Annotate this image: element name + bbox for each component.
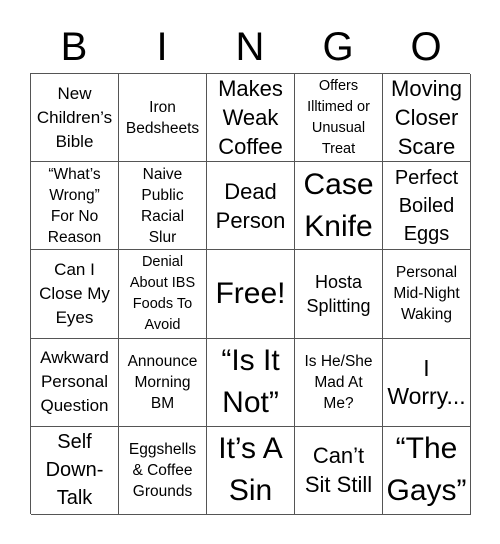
cell-text: Iron Bedsheets bbox=[125, 98, 200, 137]
cell-text: Hosta Splitting bbox=[306, 271, 371, 316]
header-letter-n: N bbox=[235, 25, 265, 69]
bingo-cell-r4c3[interactable]: “Is It Not” bbox=[207, 338, 295, 427]
bingo-cell-r1c4[interactable]: Offers Illtimed or Unusual Treat bbox=[295, 74, 383, 163]
cell-text: Offers Illtimed or Unusual Treat bbox=[307, 77, 370, 157]
bingo-card-grid: New Children’s Bible Iron Bedsheets Make… bbox=[30, 73, 471, 515]
bingo-cell-r3c1[interactable]: Can I Close My Eyes bbox=[31, 250, 119, 339]
bingo-cell-r5c4[interactable]: Can’t Sit Still bbox=[295, 426, 383, 515]
bingo-cell-r5c1[interactable]: Self Down- Talk bbox=[31, 426, 119, 515]
bingo-cell-r4c4[interactable]: Is He/She Mad At Me? bbox=[295, 338, 383, 427]
cell-text: Dead Person bbox=[215, 178, 286, 233]
header-letter-i: I bbox=[156, 25, 168, 69]
bingo-cell-r4c1[interactable]: Awkward Personal Question bbox=[31, 338, 119, 427]
cell-text: New Children’s Bible bbox=[36, 83, 113, 151]
bingo-cell-r2c5[interactable]: Perfect Boiled Eggs bbox=[383, 162, 471, 251]
header-letter-o: O bbox=[410, 25, 442, 69]
bingo-cell-r5c3[interactable]: It’s A Sin bbox=[207, 426, 295, 515]
free-space-text: Free! bbox=[215, 276, 286, 310]
cell-text: Perfect Boiled Eggs bbox=[394, 166, 459, 245]
cell-text: Makes Weak Coffee bbox=[218, 76, 283, 160]
cell-text: Can I Close My Eyes bbox=[39, 259, 110, 327]
cell-text: Case Knife bbox=[303, 167, 374, 243]
bingo-cell-r5c5[interactable]: “The Gays” bbox=[383, 426, 471, 515]
cell-text: “The Gays” bbox=[386, 432, 467, 508]
bingo-cell-r2c3[interactable]: Dead Person bbox=[207, 162, 295, 251]
bingo-cell-r5c2[interactable]: Eggshells & Coffee Grounds bbox=[119, 426, 207, 515]
cell-text: Naive Public Racial Slur bbox=[140, 165, 185, 246]
bingo-cell-r1c1[interactable]: New Children’s Bible bbox=[31, 74, 119, 163]
cell-text: Can’t Sit Still bbox=[304, 443, 373, 498]
bingo-header: B I N G O bbox=[30, 22, 470, 72]
cell-text: I Worry... bbox=[387, 355, 466, 410]
header-letter-b: B bbox=[60, 25, 88, 69]
cell-text: It’s A Sin bbox=[218, 432, 283, 508]
cell-text: Announce Morning BM bbox=[127, 352, 198, 412]
header-letter-g: G bbox=[322, 25, 354, 69]
cell-text: Denial About IBS Foods To Avoid bbox=[129, 253, 196, 333]
bingo-cell-r3c2[interactable]: Denial About IBS Foods To Avoid bbox=[119, 250, 207, 339]
bingo-cell-r1c3[interactable]: Makes Weak Coffee bbox=[207, 74, 295, 163]
cell-text: Personal Mid-Night Waking bbox=[393, 264, 460, 324]
bingo-cell-r1c2[interactable]: Iron Bedsheets bbox=[119, 74, 207, 163]
bingo-cell-r1c5[interactable]: Moving Closer Scare bbox=[383, 74, 471, 163]
bingo-cell-r4c2[interactable]: Announce Morning BM bbox=[119, 338, 207, 427]
cell-text: “What’s Wrong” For No Reason bbox=[47, 165, 102, 246]
bingo-cell-r3c4[interactable]: Hosta Splitting bbox=[295, 250, 383, 339]
cell-text: Moving Closer Scare bbox=[391, 76, 462, 160]
bingo-cell-r3c5[interactable]: Personal Mid-Night Waking bbox=[383, 250, 471, 339]
cell-text: Self Down- Talk bbox=[45, 431, 104, 510]
free-space-cell[interactable]: Free! bbox=[207, 250, 295, 339]
cell-text: Eggshells & Coffee Grounds bbox=[128, 440, 197, 500]
bingo-cell-r2c1[interactable]: “What’s Wrong” For No Reason bbox=[31, 162, 119, 251]
cell-text: Is He/She Mad At Me? bbox=[304, 352, 373, 412]
bingo-cell-r4c5[interactable]: I Worry... bbox=[383, 338, 471, 427]
bingo-cell-r2c2[interactable]: Naive Public Racial Slur bbox=[119, 162, 207, 251]
bingo-cell-r2c4[interactable]: Case Knife bbox=[295, 162, 383, 251]
cell-text: “Is It Not” bbox=[221, 344, 280, 420]
cell-text: Awkward Personal Question bbox=[40, 348, 109, 416]
